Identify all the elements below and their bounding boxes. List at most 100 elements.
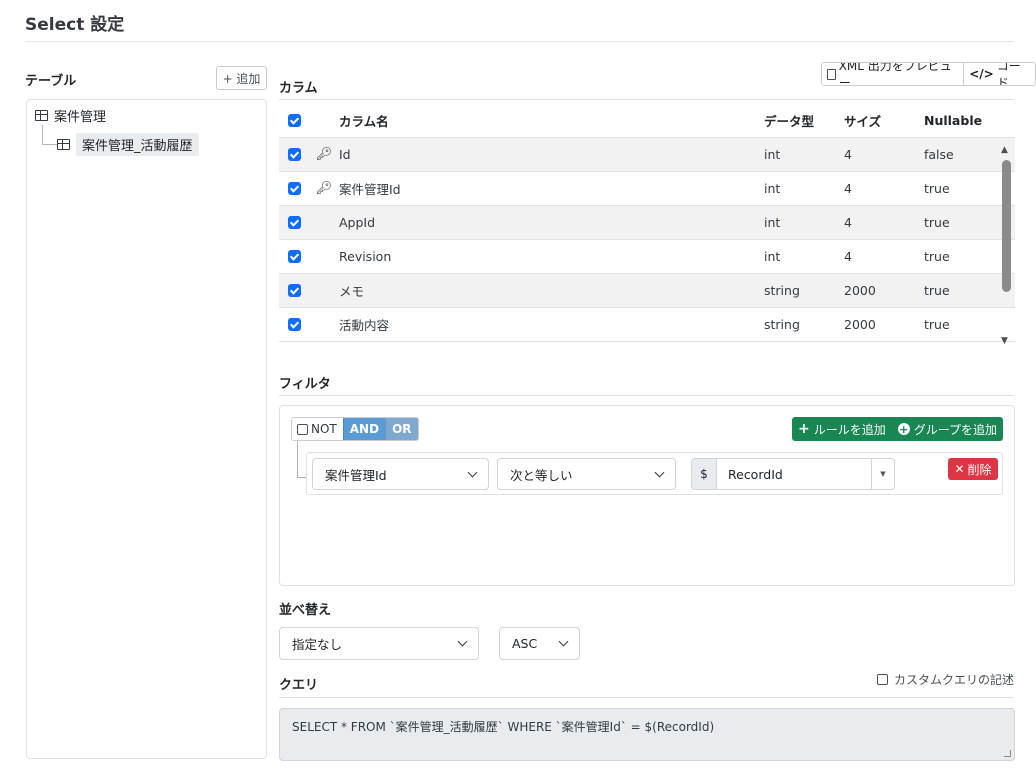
not-checkbox[interactable] (297, 423, 308, 435)
rule-operator-value: 次と等しい (510, 467, 573, 483)
logic-toggle-group: NOT AND OR (291, 417, 419, 441)
delete-rule-button[interactable]: ✕ 削除 (948, 458, 998, 480)
cell-size: 4 (844, 249, 852, 264)
cell-type: int (764, 147, 781, 162)
sort-label: 並べ替え (279, 603, 332, 618)
rule-field-select[interactable]: 案件管理Id (312, 458, 489, 490)
cell-name: メモ (339, 284, 365, 299)
cell-size: 4 (844, 181, 852, 196)
query-label: クエリ (279, 678, 319, 693)
code-icon: </> (969, 67, 994, 81)
query-textarea[interactable]: SELECT * FROM `案件管理_活動履歴` WHERE `案件管理Id`… (279, 708, 1015, 761)
code-button[interactable]: </> コード (963, 63, 1035, 85)
scroll-down-icon[interactable]: ▼ (1001, 336, 1008, 346)
not-toggle[interactable]: NOT (292, 418, 343, 440)
row-checkbox[interactable] (287, 216, 301, 229)
custom-query-toggle[interactable]: カスタムクエリの記述 (876, 671, 1014, 688)
columns-table-header: カラム名 データ型 サイズ Nullable (279, 104, 1015, 138)
column-row[interactable]: 🔑︎ 案件管理Id int 4 true (279, 172, 1015, 206)
tree-connector (42, 125, 43, 144)
tree-connector (42, 144, 58, 145)
column-row[interactable]: 活動内容 string 2000 true (279, 308, 1015, 342)
cell-nullable: true (924, 283, 950, 298)
column-row[interactable]: Revision int 4 true (279, 240, 1015, 274)
add-group-button[interactable]: + グループを追加 (892, 417, 1003, 441)
chevron-down-icon (467, 467, 478, 477)
scroll-thumb[interactable] (1002, 160, 1011, 292)
cell-type: string (764, 317, 800, 332)
xml-preview-label: XML 出力をプレビュー (838, 62, 952, 86)
filter-rule-row: 案件管理Id 次と等しい $ RecordId ▼ ✕ 削除 (306, 452, 1003, 495)
rule-connector (297, 441, 298, 477)
table-icon (35, 109, 48, 121)
query-text: SELECT * FROM `案件管理_活動履歴` WHERE `案件管理Id`… (292, 720, 715, 734)
and-button[interactable]: AND (342, 418, 386, 440)
cell-name: AppId (339, 215, 376, 230)
cell-name: Id (339, 147, 351, 162)
row-checkbox[interactable] (287, 250, 301, 263)
dollar-prefix: $ (692, 459, 717, 489)
filter-label: フィルタ (279, 377, 331, 392)
caret-down-icon[interactable]: ▼ (871, 459, 894, 489)
cell-nullable: true (924, 215, 950, 230)
scroll-up-icon[interactable]: ▲ (1001, 145, 1008, 155)
row-checkbox[interactable] (287, 284, 301, 297)
rule-value-combobox[interactable]: $ RecordId ▼ (691, 458, 895, 490)
sort-direction-select[interactable]: ASC (499, 627, 580, 660)
or-button[interactable]: OR (385, 418, 418, 440)
circle-plus-icon: + (897, 422, 910, 436)
columns-label: カラム (279, 81, 318, 96)
tree-node-child[interactable]: 案件管理_活動履歴 (57, 132, 199, 156)
cell-name: 案件管理Id (339, 182, 401, 197)
filter-divider (279, 395, 1014, 396)
columns-scrollbar[interactable]: ▲ ▼ (1000, 140, 1014, 352)
cell-type: string (764, 283, 800, 298)
cell-nullable: true (924, 181, 950, 196)
rule-value-input[interactable]: RecordId (717, 459, 871, 489)
row-checkbox[interactable] (287, 318, 301, 331)
rule-operator-select[interactable]: 次と等しい (497, 458, 676, 490)
rule-field-value: 案件管理Id (325, 467, 387, 483)
filter-builder: NOT AND OR + ルールを追加 + グループを追加 案件管理Id 次と等… (279, 405, 1015, 586)
preview-button-group: XML 出力をプレビュー </> コード (821, 62, 1036, 86)
chevron-down-icon (457, 636, 468, 647)
add-rule-label: ルールを追加 (813, 422, 886, 437)
columns-table: カラム名 データ型 サイズ Nullable 🔑︎ Id int 4 false 🔑︎ 案件… (279, 104, 1015, 354)
column-row[interactable]: 🔑︎ Id int 4 false (279, 138, 1015, 172)
rule-actions-group: + ルールを追加 + グループを追加 (791, 417, 1003, 441)
cell-size: 2000 (844, 283, 876, 298)
title-divider (25, 41, 1014, 42)
select-all-checkbox[interactable] (287, 114, 301, 127)
cell-name: 活動内容 (339, 318, 390, 333)
add-rule-button[interactable]: + ルールを追加 (792, 417, 892, 441)
column-row[interactable]: メモ string 2000 true (279, 274, 1015, 308)
sort-field-select[interactable]: 指定なし (279, 627, 479, 660)
header-type: データ型 (764, 114, 815, 129)
tree-node-root[interactable]: 案件管理 (35, 106, 106, 125)
close-icon: ✕ (954, 462, 965, 476)
cell-size: 2000 (844, 317, 876, 332)
page-title: Select 設定 (25, 15, 125, 35)
add-group-label: グループを追加 (913, 422, 997, 437)
custom-query-checkbox[interactable] (876, 674, 888, 685)
resize-grip-icon[interactable] (1004, 750, 1011, 757)
row-checkbox[interactable] (287, 182, 301, 195)
delete-label: 削除 (967, 462, 992, 477)
cell-type: int (764, 215, 781, 230)
cell-size: 4 (844, 215, 852, 230)
custom-query-label: カスタムクエリの記述 (893, 673, 1014, 687)
plus-icon: + (797, 421, 810, 437)
tables-label: テーブル (25, 74, 77, 89)
xml-preview-button[interactable]: XML 出力をプレビュー (822, 62, 964, 86)
chevron-down-icon (654, 467, 665, 477)
cell-name: Revision (339, 249, 392, 264)
document-icon (827, 68, 836, 80)
cell-size: 4 (844, 147, 852, 162)
table-tree: 案件管理 案件管理_活動履歴 (26, 99, 267, 759)
add-table-button[interactable]: + 追加 (216, 66, 267, 90)
columns-table-body: 🔑︎ Id int 4 false 🔑︎ 案件管理Id int 4 true AppId int 4 tr… (279, 138, 1015, 342)
row-checkbox[interactable] (287, 148, 301, 161)
cell-type: int (764, 181, 781, 196)
header-nullable: Nullable (924, 113, 983, 128)
column-row[interactable]: AppId int 4 true (279, 206, 1015, 240)
